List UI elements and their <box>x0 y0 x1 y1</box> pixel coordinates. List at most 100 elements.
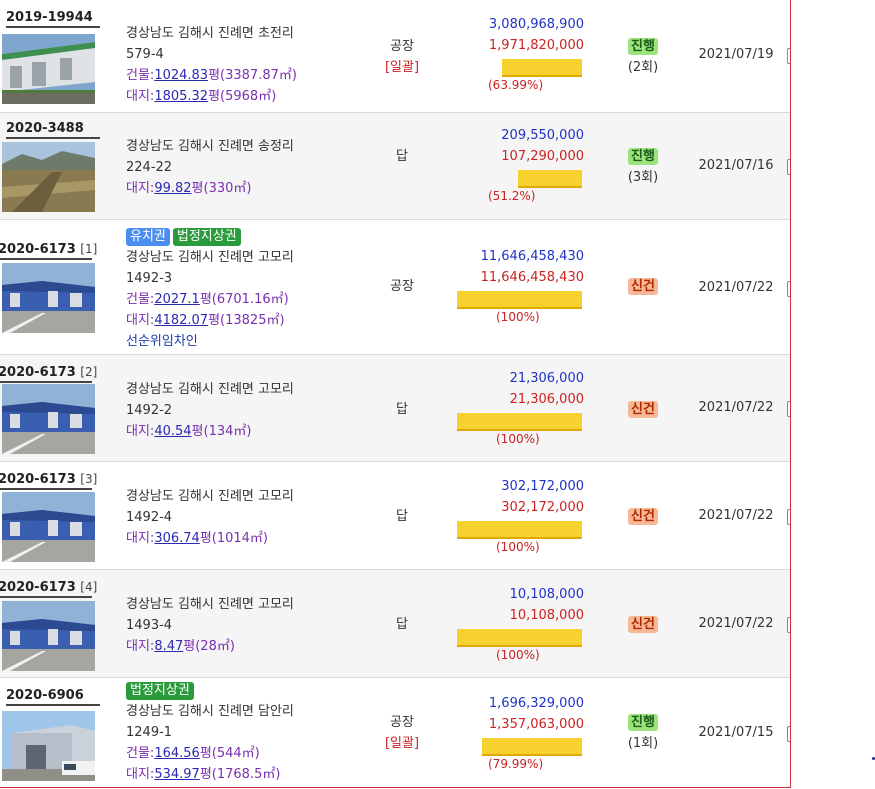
land-area-unit: 평 <box>191 181 204 196</box>
auction-status: 신건 <box>608 276 678 297</box>
case-sub-index: [2] <box>80 365 98 379</box>
auction-row[interactable]: 2020-6906 법정지상권 경상남도 김해시 진례면 담안리 1249-1 건물:1… <box>0 678 790 787</box>
auction-row[interactable]: 2020-3488 경상남도 김해시 진례면 송정리 224-22 대지:99.82평… <box>0 113 790 220</box>
row-edge-button[interactable] <box>787 401 790 417</box>
land-area: 대지:40.54평(134㎡) <box>126 421 294 442</box>
building-area: 건물:1024.83평(3387.87㎡) <box>126 65 297 86</box>
land-area-pyeong[interactable]: 8.47 <box>154 639 183 654</box>
land-area-pyeong[interactable]: 4182.07 <box>154 313 208 328</box>
bundle-note: [일괄] <box>384 736 420 751</box>
address-line[interactable]: 경상남도 김해시 진례면 고모리 <box>126 247 294 268</box>
building-area-unit: 평 <box>208 68 221 83</box>
address-line[interactable]: 경상남도 김해시 진례면 담안리 <box>126 701 294 722</box>
land-area-pyeong[interactable]: 99.82 <box>154 181 191 196</box>
row-edge-button[interactable] <box>787 726 790 742</box>
land-area-unit: 평 <box>199 767 212 782</box>
factory-photo-icon[interactable] <box>2 384 95 454</box>
ratio-percent: (100%) <box>496 432 540 446</box>
appraisal-price: 11,646,458,430 <box>480 249 584 264</box>
address-line[interactable]: 경상남도 김해시 진례면 송정리 <box>126 136 294 157</box>
sale-date: 2021/07/22 <box>698 616 774 631</box>
building-area-pyeong[interactable]: 1024.83 <box>154 68 208 83</box>
building-area-unit: 평 <box>199 746 212 761</box>
appraisal-price: 10,108,000 <box>509 587 584 602</box>
ratio-percent: (100%) <box>496 540 540 554</box>
case-number-text: 2020-6173 <box>0 242 76 257</box>
status-badge: 신건 <box>628 278 658 295</box>
land-area-pyeong[interactable]: 534.97 <box>154 767 200 782</box>
factory-photo-icon[interactable] <box>2 601 95 671</box>
case-number[interactable]: 2020-6173 [1] <box>0 242 98 260</box>
minimum-price: 107,290,000 <box>501 149 584 164</box>
land-area-pyeong[interactable]: 1805.32 <box>154 89 208 104</box>
land-area-pyeong[interactable]: 40.54 <box>154 424 191 439</box>
price-block: 3,080,968,900 1,971,820,000 (63.99%) <box>454 14 584 104</box>
building-area-pyeong[interactable]: 2027.1 <box>154 292 200 307</box>
property-address-block: 경상남도 김해시 진례면 초전리 579-4 건물:1024.83평(3387.87… <box>126 23 297 107</box>
land-area-unit: 평 <box>183 639 196 654</box>
sale-date: 2021/07/22 <box>698 400 774 415</box>
land-area-label: 대지: <box>126 767 155 782</box>
land-area-m2: (134㎡) <box>203 424 252 439</box>
address-line[interactable]: 경상남도 김해시 진례면 고모리 <box>126 486 294 507</box>
row-edge-button[interactable] <box>787 617 790 633</box>
building-photo-icon[interactable] <box>2 34 95 104</box>
auction-row[interactable]: 2020-6173 [1] 유치권 법정지상권 경상남도 김해시 진례면 고모리 149… <box>0 220 790 355</box>
address-line[interactable]: 경상남도 김해시 진례면 고모리 <box>126 379 294 400</box>
row-edge-button[interactable] <box>787 509 790 525</box>
minimum-price: 10,108,000 <box>509 608 584 623</box>
auction-status: 진행 (3회) <box>608 146 678 188</box>
price-block: 21,306,000 21,306,000 (100%) <box>454 368 584 458</box>
land-area-unit: 평 <box>208 89 221 104</box>
case-number-text: 2020-6173 <box>0 580 76 595</box>
row-edge-button[interactable] <box>787 281 790 297</box>
warehouse-photo-icon[interactable] <box>2 711 95 781</box>
case-sub-index: [1] <box>80 242 98 256</box>
status-badge: 진행 <box>628 148 658 165</box>
sale-date: 2021/07/22 <box>698 508 774 523</box>
land-area-pyeong[interactable]: 306.74 <box>154 531 200 546</box>
building-area: 건물:164.56평(544㎡) <box>126 743 294 764</box>
auction-status: 진행 (1회) <box>608 712 678 754</box>
auction-status: 신건 <box>608 614 678 635</box>
land-area-label: 대지: <box>126 424 155 439</box>
case-underline <box>0 488 92 490</box>
auction-status: 신건 <box>608 506 678 527</box>
field-photo-icon[interactable] <box>2 142 95 212</box>
ratio-percent: (100%) <box>496 310 540 324</box>
case-number[interactable]: 2020-6173 [3] <box>0 472 97 490</box>
property-usage: 답 <box>360 506 444 527</box>
address-line[interactable]: 경상남도 김해시 진례면 고모리 <box>126 594 294 615</box>
minimum-price: 1,971,820,000 <box>488 38 584 53</box>
case-underline <box>6 137 100 139</box>
row-edge-button[interactable] <box>787 48 790 64</box>
appraisal-price: 21,306,000 <box>509 371 584 386</box>
lot-number: 224-22 <box>126 160 173 175</box>
property-usage: 공장 [일괄] <box>360 36 444 78</box>
case-number[interactable]: 2020-3488 <box>6 121 102 139</box>
row-edge-button[interactable] <box>787 159 790 175</box>
auction-row[interactable]: 2020-6173 [2] 경상남도 김해시 진례면 고모리 1492-2 대지:40… <box>0 355 790 462</box>
factory-photo-icon[interactable] <box>2 263 95 333</box>
case-underline <box>0 381 92 383</box>
building-area-pyeong[interactable]: 164.56 <box>154 746 200 761</box>
case-number[interactable]: 2019-19944 <box>6 10 102 28</box>
land-area-unit: 평 <box>199 531 212 546</box>
auction-row[interactable]: 2019-19944 경상남도 김해시 진례면 초전리 579-4 건물:1024.8… <box>0 0 790 113</box>
ratio-percent: (100%) <box>496 648 540 662</box>
auction-status: 진행 (2회) <box>608 36 678 78</box>
address-line[interactable]: 경상남도 김해시 진례면 초전리 <box>126 23 297 44</box>
lot-number: 579-4 <box>126 47 164 62</box>
lot-number: 1492-4 <box>126 510 173 525</box>
case-number[interactable]: 2020-6173 [2] <box>0 365 98 383</box>
auction-round: (3회) <box>627 170 659 185</box>
auction-row[interactable]: 2020-6173 [4] 경상남도 김해시 진례면 고모리 1493-4 대지:8.… <box>0 570 790 678</box>
case-number[interactable]: 2020-6173 [4] <box>0 580 97 598</box>
usage-type: 공장 <box>390 279 414 294</box>
minimum-price: 21,306,000 <box>509 392 584 407</box>
auction-row[interactable]: 2020-6173 [3] 경상남도 김해시 진례면 고모리 1492-4 대지:30… <box>0 462 790 570</box>
factory-photo-icon[interactable] <box>2 492 95 562</box>
building-area-unit: 평 <box>199 292 212 307</box>
case-number[interactable]: 2020-6906 <box>6 688 102 706</box>
property-address-block: 경상남도 김해시 진례면 고모리 1493-4 대지:8.47평(28㎡) <box>126 594 294 657</box>
